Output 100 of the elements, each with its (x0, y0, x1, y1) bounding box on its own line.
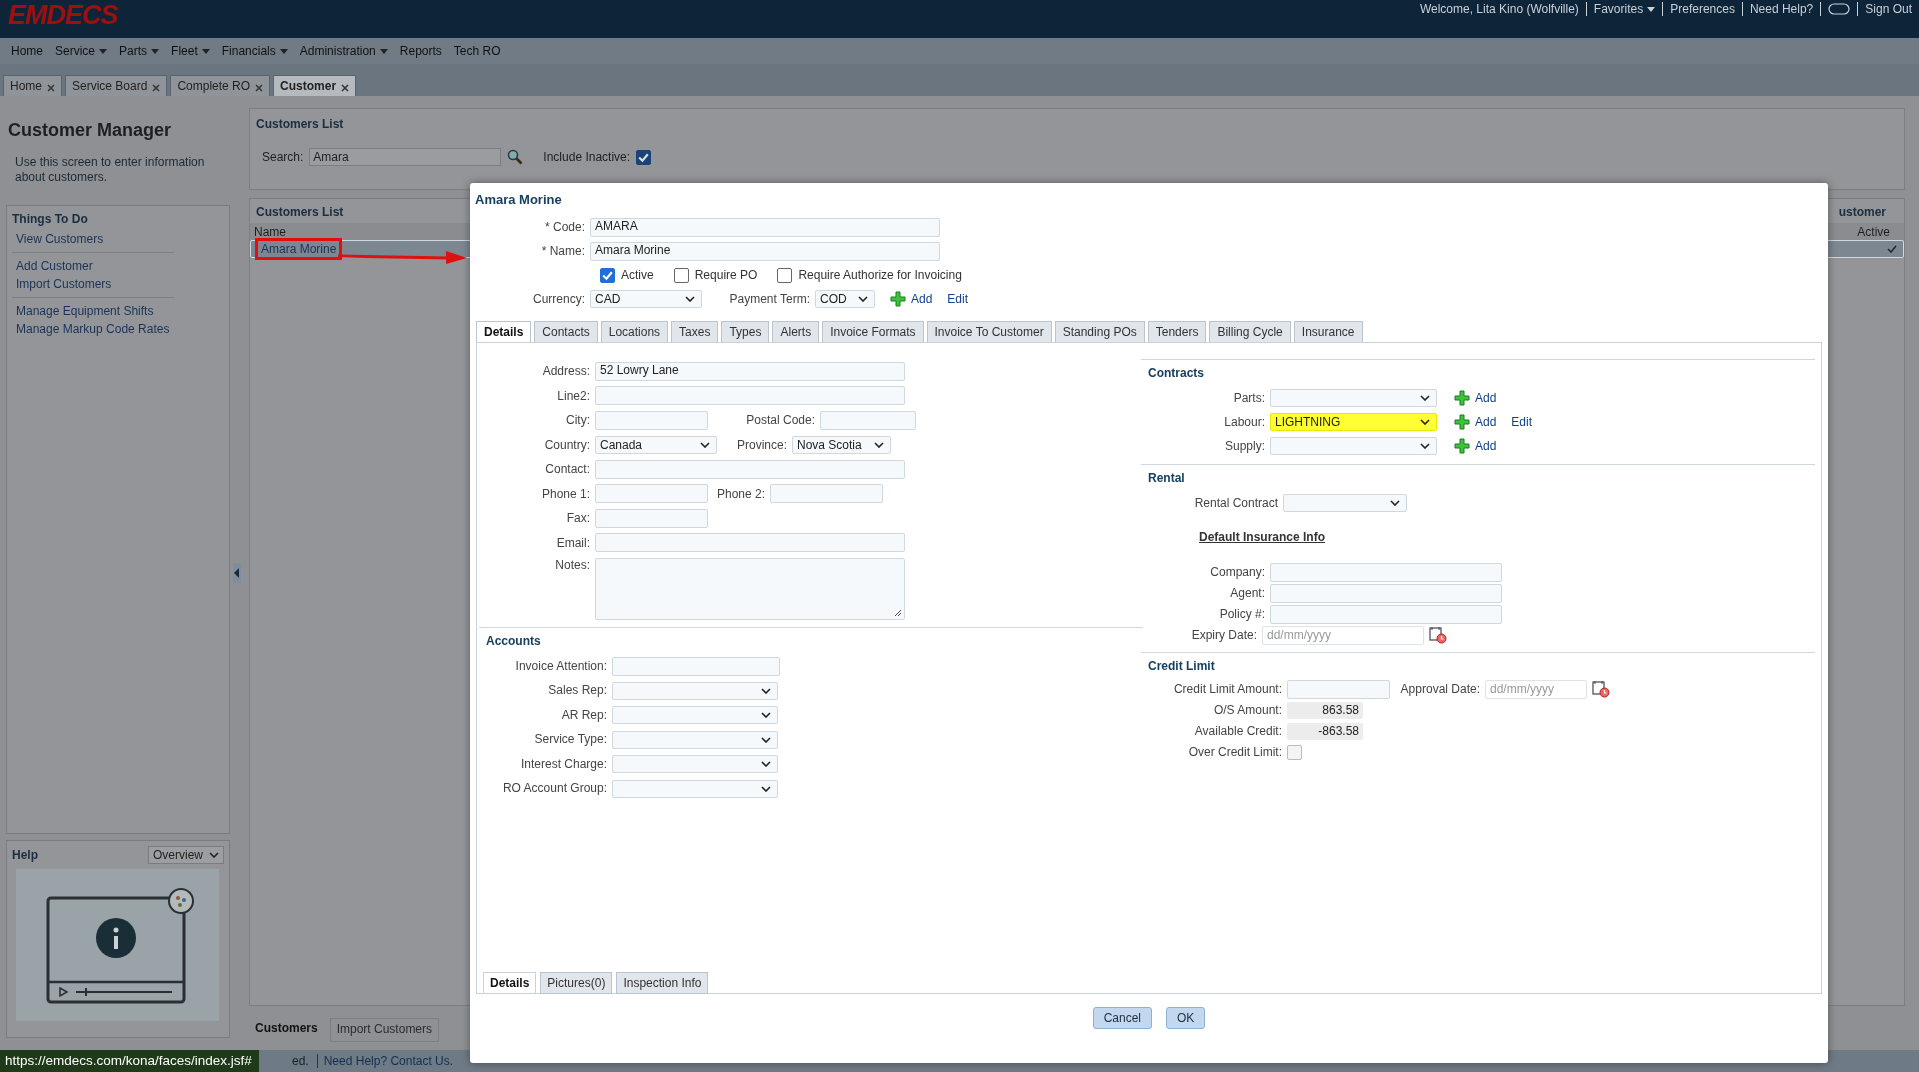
search-field[interactable]: Amara (309, 148, 502, 166)
text-field[interactable] (1270, 583, 1502, 603)
task-link[interactable]: View Customers (16, 232, 174, 246)
country-dropdown[interactable]: Canada (595, 435, 717, 454)
menu-item[interactable]: Home (5, 44, 49, 58)
dropdown[interactable] (612, 706, 778, 725)
plus-icon[interactable] (890, 291, 906, 307)
dialog-tab[interactable]: Tenders (1147, 321, 1207, 342)
menu-item[interactable]: Administration (293, 44, 394, 58)
address-field[interactable]: 52 Lowry Lane (595, 361, 905, 381)
field-label: Fax: (565, 511, 590, 526)
phone-field[interactable] (770, 484, 883, 504)
contract-dropdown[interactable] (1270, 437, 1437, 455)
payment-term-dropdown[interactable]: COD (815, 290, 875, 308)
page-tab[interactable]: Customer (273, 75, 357, 96)
email-field[interactable] (595, 533, 905, 553)
notes-field[interactable] (595, 558, 905, 620)
resize-grip-icon[interactable] (894, 609, 902, 617)
calendar-icon[interactable] (1429, 626, 1447, 644)
plus-icon[interactable] (1454, 390, 1470, 406)
dropdown[interactable] (612, 755, 778, 774)
add-link[interactable]: Add (1475, 415, 1497, 429)
date-field[interactable]: dd/mm/yyyy (1485, 679, 1587, 699)
contact-field[interactable] (595, 459, 905, 479)
city-field[interactable] (595, 410, 708, 430)
add-link[interactable]: Add (1475, 439, 1497, 453)
checkbox[interactable] (673, 267, 689, 283)
dialog-tab[interactable]: Details (476, 321, 532, 342)
section-tab[interactable]: Import Customers (329, 1018, 440, 1042)
header-link[interactable]: Preferences (1662, 2, 1742, 16)
calendar-icon[interactable] (1592, 680, 1610, 698)
ok-button[interactable]: OK (1166, 1007, 1206, 1029)
dialog-tab[interactable]: Inspection Info (616, 972, 709, 994)
dialog-tab[interactable]: Insurance (1293, 321, 1363, 342)
dialog-tab[interactable]: Invoice To Customer (926, 321, 1052, 342)
dialog-tab[interactable]: Alerts (772, 321, 820, 342)
phone-field[interactable] (595, 484, 708, 504)
sign-out-link[interactable]: Sign Out (1857, 2, 1919, 16)
field-label: O/S Amount: (1212, 703, 1282, 717)
checkbox[interactable] (600, 267, 615, 283)
add-link[interactable]: Add (911, 292, 933, 306)
text-field[interactable] (1270, 604, 1502, 624)
page-tab[interactable]: Home (3, 75, 62, 96)
dropdown[interactable] (612, 730, 778, 749)
collapse-handle[interactable] (233, 563, 241, 583)
dropdown[interactable] (612, 681, 778, 700)
checkbox[interactable] (1287, 744, 1302, 760)
dialog-tab[interactable]: Details (483, 972, 537, 994)
currency-dropdown[interactable]: CAD (590, 290, 702, 308)
menu-item[interactable]: Parts (113, 44, 166, 58)
checkbox[interactable] (777, 267, 793, 283)
menu-item[interactable]: Tech RO (447, 44, 507, 58)
task-link[interactable]: Add Customer (16, 259, 174, 273)
task-link[interactable]: Import Customers (16, 277, 174, 291)
text-field[interactable] (612, 656, 780, 676)
edit-link[interactable]: Edit (1511, 415, 1533, 429)
dialog-tab[interactable]: Types (721, 321, 770, 342)
menu-item[interactable]: Reports (393, 44, 448, 58)
close-icon[interactable] (255, 84, 264, 92)
name-field[interactable]: Amara Morine (590, 241, 940, 261)
header-link[interactable]: Need Help? (1741, 2, 1821, 16)
credit-limit-field[interactable] (1287, 679, 1390, 699)
province-dropdown[interactable]: Nova Scotia (792, 435, 891, 454)
text-field[interactable] (1270, 562, 1502, 582)
dialog-tab[interactable]: Taxes (671, 321, 719, 342)
contract-dropdown[interactable]: LIGHTNING (1270, 413, 1437, 431)
checkbox[interactable] (636, 149, 652, 165)
date-field[interactable]: dd/mm/yyyy (1262, 625, 1424, 645)
cancel-button[interactable]: Cancel (1092, 1007, 1152, 1029)
menu-item[interactable]: Financials (215, 44, 294, 58)
address-line-field[interactable] (595, 386, 905, 406)
close-icon[interactable] (152, 84, 161, 92)
dialog-tab[interactable]: Standing POs (1054, 321, 1145, 342)
task-link[interactable]: Manage Equipment Shifts (16, 304, 174, 318)
plus-icon[interactable] (1454, 414, 1470, 430)
dialog-tab[interactable]: Locations (600, 321, 669, 342)
page-tab[interactable]: Service Board (65, 75, 168, 96)
edit-link[interactable]: Edit (947, 292, 969, 306)
dialog-tab[interactable]: Billing Cycle (1209, 321, 1291, 342)
help-topic-dropdown[interactable]: Overview (148, 846, 224, 864)
fax-field[interactable] (595, 508, 708, 528)
page-tab[interactable]: Complete RO (170, 75, 271, 96)
dialog-tab[interactable]: Pictures(0) (540, 972, 613, 994)
add-link[interactable]: Add (1475, 391, 1497, 405)
dialog-tab[interactable]: Invoice Formats (822, 321, 924, 342)
dropdown[interactable] (612, 779, 778, 798)
rental-contract-dropdown[interactable] (1283, 494, 1407, 513)
postal-code-field[interactable] (820, 410, 916, 430)
task-link[interactable]: Manage Markup Code Rates (16, 322, 174, 336)
chevron-icon (1420, 419, 1430, 425)
menu-item[interactable]: Fleet (165, 44, 216, 58)
search-icon[interactable] (507, 149, 524, 165)
menu-item[interactable]: Service (49, 44, 114, 58)
plus-icon[interactable] (1454, 438, 1470, 454)
code-field[interactable]: AMARA (590, 217, 940, 237)
dialog-tab[interactable]: Contacts (534, 321, 598, 342)
header-link[interactable]: Favorites (1585, 2, 1663, 16)
close-icon[interactable] (47, 84, 55, 92)
close-icon[interactable] (341, 84, 350, 92)
contract-dropdown[interactable] (1270, 389, 1437, 407)
